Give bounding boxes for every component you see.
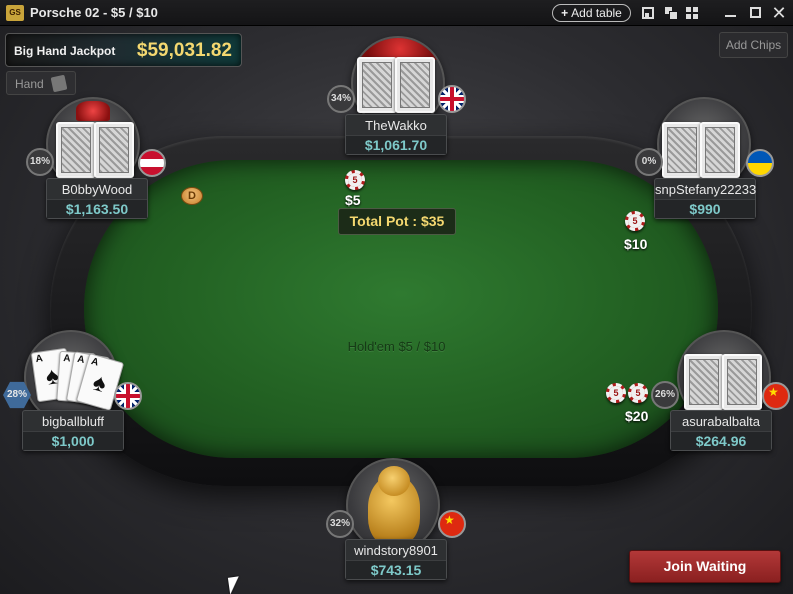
app-logo-icon: GS	[6, 5, 24, 21]
window-title: Porsche 02 - $5 / $10	[30, 5, 158, 20]
dealer-button: D	[181, 187, 203, 205]
plus-icon: +	[561, 6, 569, 20]
minimize-button[interactable]	[721, 3, 739, 23]
chip-value: 5	[631, 386, 645, 400]
percent-badge: 26%	[651, 381, 679, 409]
percent-badge: 0%	[635, 148, 663, 176]
bet-amount: $20	[625, 408, 649, 424]
chip-value: 5	[609, 386, 623, 400]
china-flag-icon: ★	[438, 510, 466, 538]
player-nameplate: asurabalbalta $264.96	[670, 410, 772, 451]
player-nameplate: B0bbyWood $1,163.50	[46, 178, 148, 219]
chip-icon: 5	[628, 383, 648, 403]
player-name: B0bbyWood	[61, 182, 133, 197]
jackpot-label: Big Hand Jackpot	[14, 44, 116, 58]
percent-badge: 34%	[327, 85, 355, 113]
player-nameplate: TheWakko $1,061.70	[345, 114, 447, 155]
austria-flag-icon	[138, 149, 166, 177]
player-stack: $990	[655, 199, 755, 218]
hole-card	[395, 57, 435, 113]
card-rank: A	[34, 353, 44, 366]
game-label: Hold'em $5 / $10	[347, 339, 446, 354]
jackpot-value: $59,031.82	[136, 40, 232, 61]
buddha-head	[378, 466, 410, 496]
hole-card	[56, 122, 96, 178]
uk-flag-icon	[114, 382, 142, 410]
add-table-button[interactable]: + Add table	[552, 4, 631, 22]
tile-view-icon[interactable]	[686, 7, 698, 19]
chip-icon: 5	[345, 170, 365, 190]
table-felt	[84, 160, 718, 458]
china-flag-icon: ★	[762, 382, 790, 410]
player-name: TheWakko	[365, 118, 427, 133]
player-stack: $1,163.50	[47, 199, 147, 218]
uk-flag-icon	[438, 85, 466, 113]
player-name: windstory8901	[354, 543, 438, 558]
player-nameplate: bigballbluff $1,000	[22, 410, 124, 451]
player-nameplate: snpStefany22233 $990	[654, 178, 756, 219]
bet-amount: $10	[624, 236, 648, 252]
player-stack: $264.96	[671, 431, 771, 450]
single-table-view-icon[interactable]	[642, 7, 654, 19]
close-button[interactable]: ✕	[770, 3, 788, 23]
chip-value: 5	[348, 173, 362, 187]
card-rank: A	[76, 353, 86, 367]
chip-value: 5	[628, 214, 642, 228]
mouse-cursor-icon	[227, 576, 242, 594]
bet-amount: $5	[345, 192, 361, 208]
chip-icon: 5	[625, 211, 645, 231]
hole-card	[662, 122, 702, 178]
percent-badge: 18%	[26, 148, 54, 176]
avatar-image	[76, 101, 110, 121]
total-pot: Total Pot : $35	[338, 208, 456, 235]
maximize-button[interactable]	[746, 3, 764, 23]
player-stack: $1,061.70	[346, 135, 446, 154]
card-rank: A	[62, 353, 71, 365]
jackpot-panel: Big Hand Jackpot $59,031.82	[5, 33, 242, 67]
ukraine-flag-icon	[746, 149, 774, 177]
card-rank: A	[89, 356, 100, 369]
player-nameplate: windstory8901 $743.15	[345, 539, 447, 580]
hole-card	[700, 122, 740, 178]
percent-badge: 32%	[326, 510, 354, 538]
hole-card	[94, 122, 134, 178]
player-name: snpStefany22233	[655, 182, 757, 197]
player-name: asurabalbalta	[681, 414, 761, 429]
player-stack: $1,000	[23, 431, 123, 450]
hand-label: Hand	[15, 77, 44, 91]
cascade-view-icon[interactable]	[665, 7, 678, 20]
hole-card	[684, 354, 724, 410]
hand-history-button[interactable]: Hand	[6, 71, 76, 95]
chip-icon: 5	[606, 383, 626, 403]
add-table-label: Add table	[571, 6, 622, 20]
player-stack: $743.15	[346, 560, 446, 579]
title-bar: GS Porsche 02 - $5 / $10 + Add table ✕	[0, 0, 793, 26]
avatar	[346, 458, 440, 552]
hole-card	[722, 354, 762, 410]
hole-card	[357, 57, 397, 113]
player-name: bigballbluff	[42, 414, 104, 429]
cards-icon	[50, 74, 68, 93]
add-chips-button[interactable]: Add Chips	[719, 32, 788, 58]
join-waiting-button[interactable]: Join Waiting	[629, 550, 781, 583]
